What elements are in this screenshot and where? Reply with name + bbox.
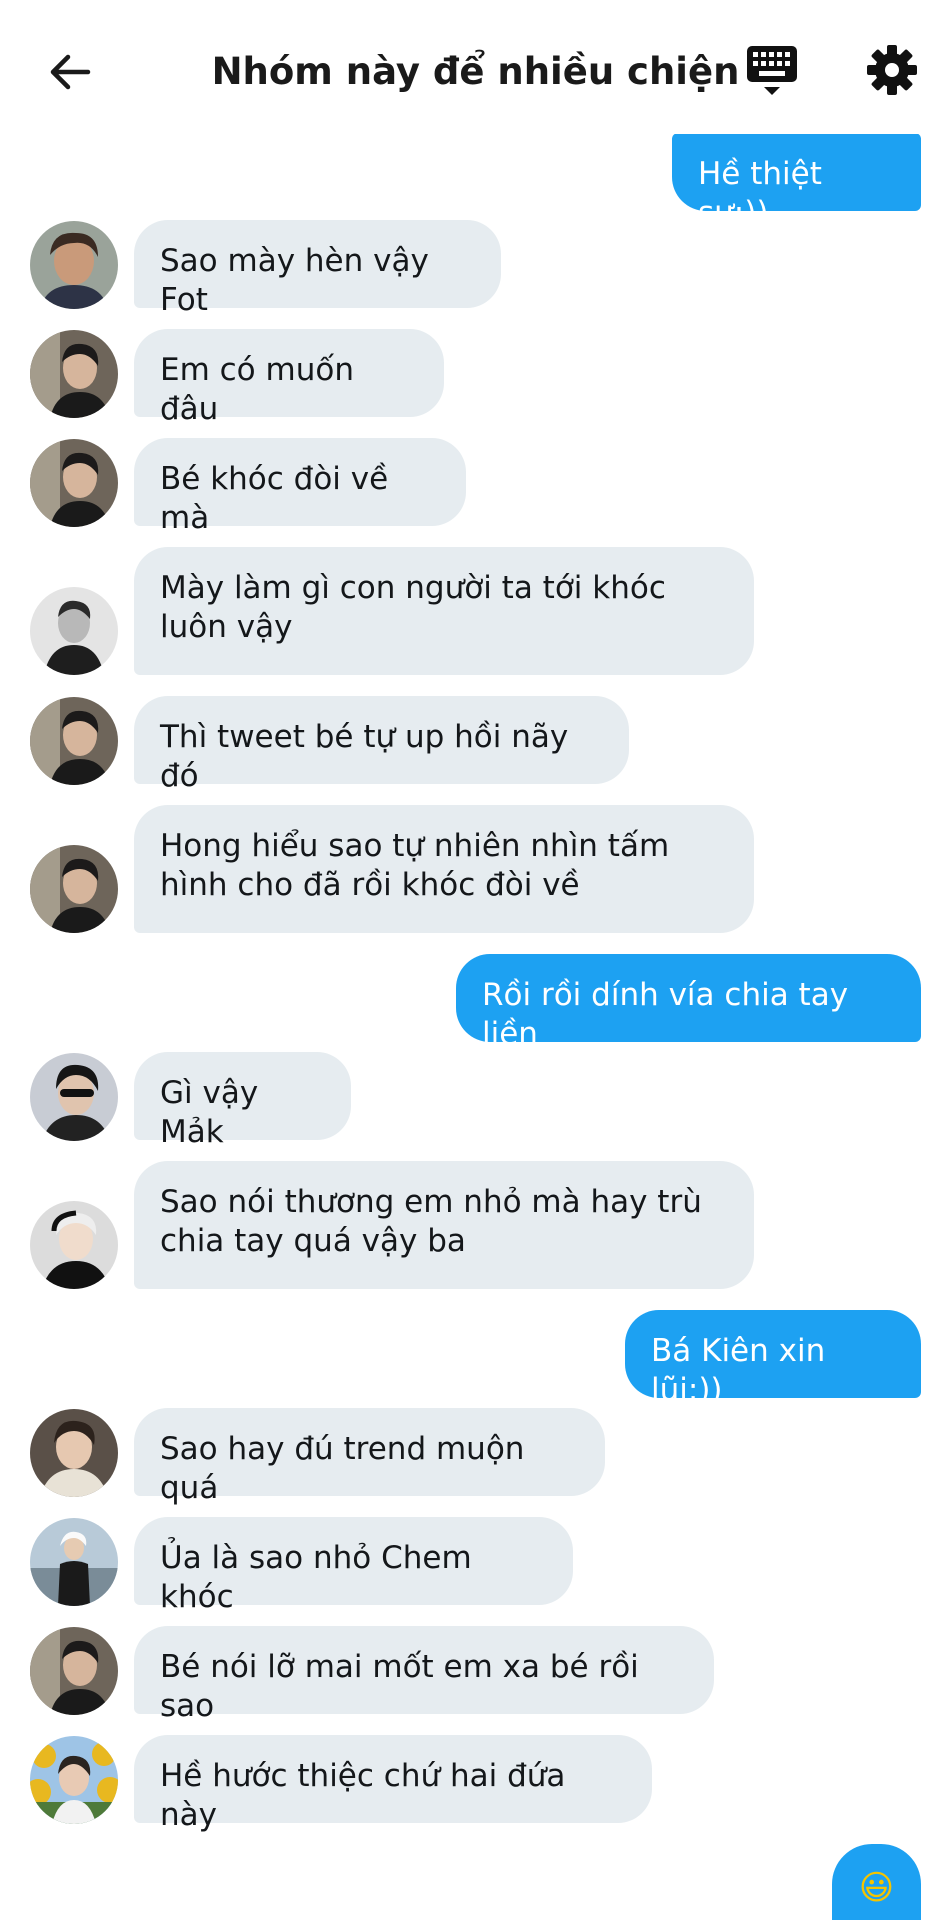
message-bubble[interactable]: Ủa là sao nhỏ Chem khóc <box>134 1517 573 1615</box>
gear-icon[interactable] <box>866 44 918 96</box>
message-bubble[interactable]: Bé khóc đòi về mà <box>134 438 466 536</box>
user-avatar[interactable] <box>30 587 118 675</box>
message-bubble[interactable]: Rồi rồi dính vía chia tay liền <box>456 954 921 1052</box>
message-bubble[interactable]: Thì tweet bé tự up hồi nãy đó <box>134 696 629 794</box>
user-avatar[interactable] <box>30 1736 118 1824</box>
user-avatar[interactable] <box>30 1409 118 1497</box>
user-avatar[interactable] <box>30 1627 118 1715</box>
message-bubble[interactable]: Hề hước thiệc chứ hai đứa này <box>134 1735 652 1833</box>
message-bubble[interactable]: 😃 <box>832 1844 921 1920</box>
message-bubble[interactable]: Gì vậy Mảk <box>134 1052 351 1150</box>
keyboard-icon[interactable] <box>746 44 798 98</box>
message-bubble[interactable]: Sao hay đú trend muộn quá <box>134 1408 605 1506</box>
message-bubble[interactable]: Sao nói thương em nhỏ mà hay trù chia ta… <box>134 1161 754 1289</box>
message-bubble[interactable]: Hề thiệt sự:)) <box>672 133 921 231</box>
user-avatar[interactable] <box>30 1201 118 1289</box>
conversation-title: Nhóm này để nhiều chiện <box>211 50 740 93</box>
user-avatar[interactable] <box>30 330 118 418</box>
user-avatar[interactable] <box>30 697 118 785</box>
user-avatar[interactable] <box>30 1053 118 1141</box>
user-avatar[interactable] <box>30 221 118 309</box>
message-bubble[interactable]: Hong hiểu sao tự nhiên nhìn tấm hình cho… <box>134 805 754 933</box>
user-avatar[interactable] <box>30 1518 118 1606</box>
message-bubble[interactable]: Bé nói lỡ mai mốt em xa bé rồi sao <box>134 1626 714 1724</box>
chat-header: Nhóm này để nhiều chiện <box>0 0 951 134</box>
message-bubble[interactable]: Bá Kiên xin lũi:)) <box>625 1310 921 1408</box>
message-bubble[interactable]: Sao mày hèn vậy Fot <box>134 220 501 318</box>
user-avatar[interactable] <box>30 439 118 527</box>
message-bubble[interactable]: Em có muốn đâu <box>134 329 444 427</box>
message-bubble[interactable]: Mày làm gì con người ta tới khóc luôn vậ… <box>134 547 754 675</box>
user-avatar[interactable] <box>30 845 118 933</box>
